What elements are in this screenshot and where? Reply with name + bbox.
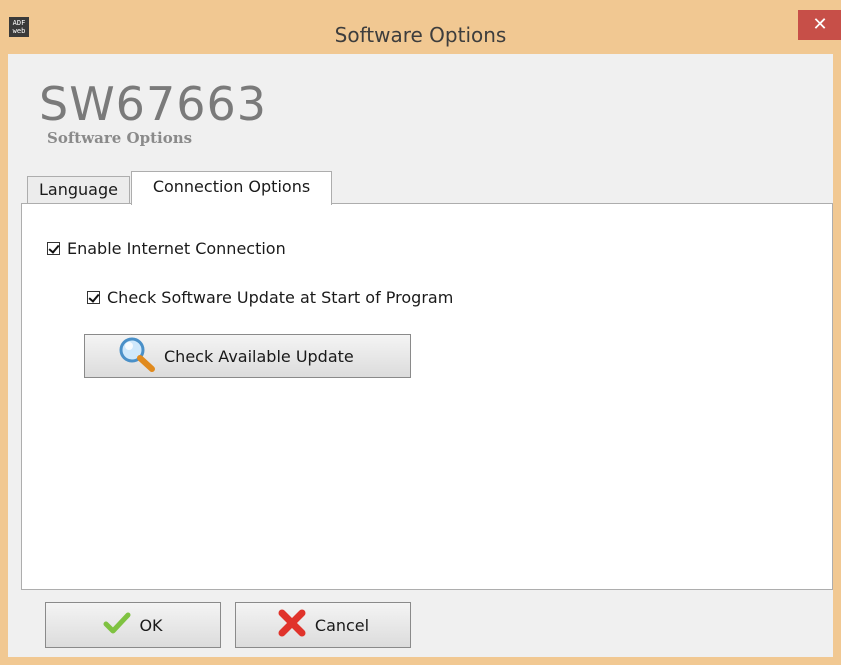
close-icon: ✕ — [812, 14, 828, 35]
check-available-update-label: Check Available Update — [164, 346, 354, 366]
tab-connection-options[interactable]: Connection Options — [131, 171, 332, 205]
product-code-heading: SW67663 — [39, 77, 268, 131]
tab-language[interactable]: Language — [27, 176, 130, 204]
enable-internet-label: Enable Internet Connection — [67, 239, 286, 258]
checkmark-icon — [103, 612, 131, 638]
check-update-checkbox[interactable] — [87, 291, 100, 304]
window-title: Software Options — [334, 23, 507, 47]
close-button[interactable]: ✕ — [798, 10, 841, 40]
ok-label: OK — [139, 615, 163, 635]
cancel-label: Cancel — [314, 615, 370, 635]
cross-icon — [277, 608, 307, 642]
check-update-label: Check Software Update at Start of Progra… — [107, 288, 454, 307]
header-subtitle: Software Options — [47, 129, 193, 147]
enable-internet-checkbox[interactable] — [47, 242, 60, 255]
check-update-row[interactable]: Check Software Update at Start of Progra… — [87, 288, 453, 307]
enable-internet-row[interactable]: Enable Internet Connection — [47, 239, 286, 258]
check-available-update-button[interactable]: Check Available Update — [84, 334, 411, 378]
ok-button[interactable]: OK — [45, 602, 221, 648]
title-bar[interactable]: ADF web Software Options ✕ — [0, 0, 841, 54]
magnifier-icon — [118, 336, 156, 376]
software-options-window: ADF web Software Options ✕ SW67663 Softwa… — [0, 0, 841, 665]
cancel-button[interactable]: Cancel — [235, 602, 411, 648]
connection-options-panel — [21, 203, 833, 590]
